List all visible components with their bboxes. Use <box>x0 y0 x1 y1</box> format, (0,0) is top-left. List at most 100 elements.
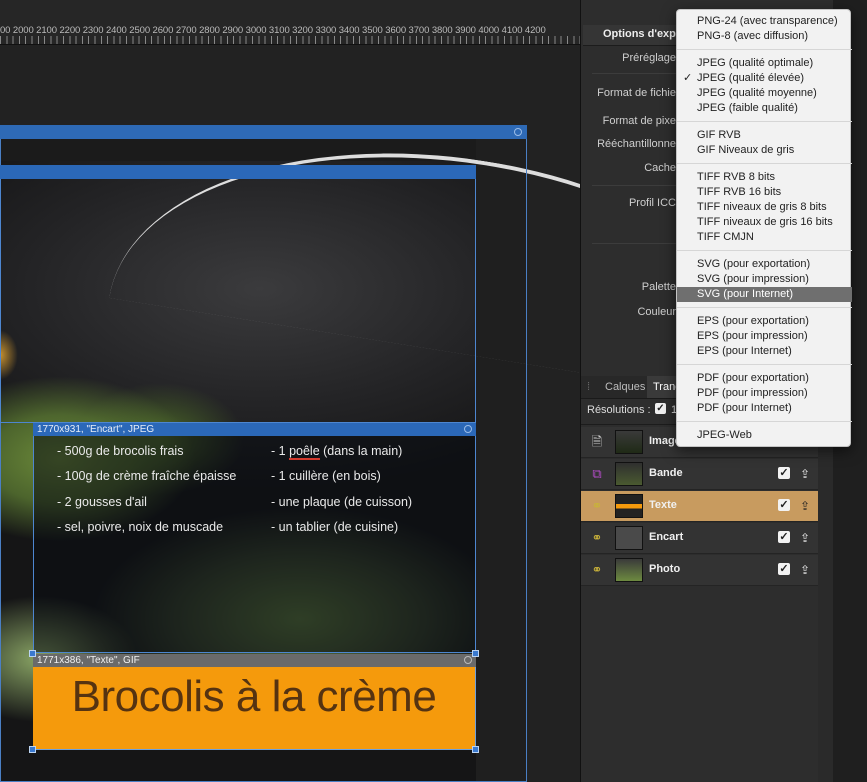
menu-item[interactable]: JPEG (faible qualité) <box>677 101 852 116</box>
menu-item[interactable]: PNG-24 (avec transparence) <box>677 14 852 29</box>
menu-item[interactable]: EPS (pour impression) <box>677 329 852 344</box>
export-share-icon[interactable]: ⇪ <box>798 530 812 546</box>
file-format-dropdown[interactable]: PNG-24 (avec transparence) PNG-8 (avec di… <box>676 9 852 447</box>
encart-slice-label: 1770x931, "Encart", JPEG <box>33 423 476 436</box>
menu-item-label: JPEG (qualité moyenne) <box>697 87 817 99</box>
menu-item[interactable]: PDF (pour Internet) <box>677 401 852 416</box>
resample-label: Rééchantillonne <box>597 138 676 150</box>
palette-label: Palette <box>641 281 676 293</box>
export-checkbox[interactable]: ✓ <box>778 499 790 511</box>
layer-row-texte[interactable]: ⚭ Texte ✓ ⇪ <box>581 491 818 522</box>
panel-scrollbar[interactable] <box>818 425 833 782</box>
menu-item-label: PDF (pour impression) <box>697 387 808 399</box>
texte-circle-icon[interactable] <box>464 656 472 664</box>
menu-separator <box>677 250 852 251</box>
menu-item-label: EPS (pour exportation) <box>697 315 809 327</box>
recipe-utensil: - 1 cuillère (en bois) <box>271 469 381 483</box>
resolution-checkbox[interactable]: ✓ <box>655 403 666 414</box>
menu-separator <box>677 163 852 164</box>
panel-separator <box>592 243 676 244</box>
artboard-icon: ⧉ <box>592 466 602 481</box>
recipe-ingredient: - 500g de brocolis frais <box>57 444 184 458</box>
menu-item[interactable]: SVG (pour impression) <box>677 272 852 287</box>
menu-item[interactable]: PDF (pour impression) <box>677 386 852 401</box>
menu-item[interactable]: TIFF RVB 8 bits <box>677 170 852 185</box>
menu-item-label: TIFF niveaux de gris 8 bits <box>697 201 827 213</box>
photo-slice[interactable] <box>0 165 476 423</box>
resize-handle-top-left[interactable] <box>29 650 36 657</box>
export-share-icon[interactable]: ⇪ <box>798 466 812 482</box>
frame-circle-icon[interactable] <box>514 128 522 136</box>
menu-item-label: EPS (pour Internet) <box>697 345 792 357</box>
menu-item[interactable]: JPEG (qualité moyenne) <box>677 86 852 101</box>
export-checkbox[interactable]: ✓ <box>778 467 790 479</box>
layer-row-photo[interactable]: ⚭ Photo ✓ ⇪ <box>581 555 818 586</box>
spellcheck-word: poêle <box>289 444 320 460</box>
layer-thumbnail <box>615 462 643 486</box>
export-options-title: Options d'expo <box>603 28 683 40</box>
menu-item[interactable]: EPS (pour Internet) <box>677 344 852 359</box>
menu-item-label: JPEG-Web <box>697 429 752 441</box>
layer-thumbnail <box>615 494 643 518</box>
slice-icon: ⚭ <box>591 530 603 545</box>
menu-item[interactable]: TIFF niveaux de gris 16 bits <box>677 215 852 230</box>
texte-slice-label: 1771x386, "Texte", GIF <box>33 654 476 667</box>
menu-item-label: GIF RVB <box>697 129 741 141</box>
menu-item[interactable]: TIFF RVB 16 bits <box>677 185 852 200</box>
menu-item[interactable]: GIF Niveaux de gris <box>677 143 852 158</box>
recipe-ingredient: - 2 gousses d'ail <box>57 495 147 509</box>
menu-item[interactable]: SVG (pour exportation) <box>677 257 852 272</box>
layer-row-bande[interactable]: ⧉ Bande ✓ ⇪ <box>581 459 818 490</box>
file-format-label: Format de fichie <box>597 87 676 99</box>
menu-separator <box>677 49 852 50</box>
menu-item[interactable]: GIF RVB <box>677 128 852 143</box>
recipe-utensil: - une plaque (de cuisson) <box>271 495 413 509</box>
menu-item[interactable]: JPEG (qualité optimale) <box>677 56 852 71</box>
menu-item[interactable]: JPEG-Web <box>677 428 852 443</box>
matte-label: Cache <box>644 162 676 174</box>
menu-item-label: PNG-8 (avec diffusion) <box>697 30 809 42</box>
resize-handle-bottom-right[interactable] <box>472 746 479 753</box>
menu-item-label: JPEG (qualité élevée) <box>697 72 804 84</box>
preset-label: Préréglage <box>622 52 676 64</box>
menu-item-label: TIFF RVB 16 bits <box>697 186 782 198</box>
tab-layers[interactable]: Calques <box>599 376 647 398</box>
panel-separator <box>592 185 676 186</box>
export-share-icon[interactable]: ⇪ <box>798 498 812 514</box>
colors-label: Couleur <box>637 306 676 318</box>
panel-grip-icon[interactable]: ⁞ <box>581 376 599 398</box>
menu-item-label: SVG (pour exportation) <box>697 258 811 270</box>
menu-item[interactable]: TIFF niveaux de gris 8 bits <box>677 200 852 215</box>
export-checkbox[interactable]: ✓ <box>778 531 790 543</box>
menu-item-label: GIF Niveaux de gris <box>697 144 795 156</box>
layer-name: Encart <box>649 531 684 543</box>
resolutions-label: Résolutions : <box>587 404 651 416</box>
menu-item[interactable]: PDF (pour exportation) <box>677 371 852 386</box>
menu-item-label: TIFF niveaux de gris 16 bits <box>697 216 833 228</box>
recipe-utensil: - 1 poêle (dans la main) <box>271 444 403 460</box>
slice-icon: ⚭ <box>591 562 603 577</box>
layer-row-encart[interactable]: ⚭ Encart ✓ ⇪ <box>581 523 818 554</box>
ruler-numbers: 00 2000 2100 2200 2300 2400 2500 2600 27… <box>0 25 546 36</box>
recipe-ingredient: - sel, poivre, noix de muscade <box>57 520 224 534</box>
layer-name: Texte <box>649 499 677 511</box>
recipe-ingredient: - 100g de crème fraîche épaisse <box>57 469 237 483</box>
menu-item[interactable]: PNG-8 (avec diffusion) <box>677 29 852 44</box>
menu-item-label: PDF (pour Internet) <box>697 402 792 414</box>
menu-item[interactable]: EPS (pour exportation) <box>677 314 852 329</box>
export-share-icon[interactable]: ⇪ <box>798 562 812 578</box>
resize-handle-top-right[interactable] <box>472 650 479 657</box>
layer-thumbnail <box>615 558 643 582</box>
export-checkbox[interactable]: ✓ <box>778 563 790 575</box>
resize-handle-bottom-left[interactable] <box>29 746 36 753</box>
pixel-format-label: Format de pixe <box>602 115 676 127</box>
ruler-ticks <box>0 36 580 44</box>
layer-thumbnail <box>615 526 643 550</box>
encart-circle-icon[interactable] <box>464 425 472 433</box>
menu-item-label: JPEG (qualité optimale) <box>697 57 814 69</box>
menu-item[interactable]: SVG (pour Internet) <box>677 287 852 302</box>
menu-item-label: SVG (pour Internet) <box>697 288 793 300</box>
menu-item-label: PDF (pour exportation) <box>697 372 809 384</box>
menu-item[interactable]: ✓ JPEG (qualité élevée) <box>677 71 852 86</box>
menu-item[interactable]: TIFF CMJN <box>677 230 852 245</box>
